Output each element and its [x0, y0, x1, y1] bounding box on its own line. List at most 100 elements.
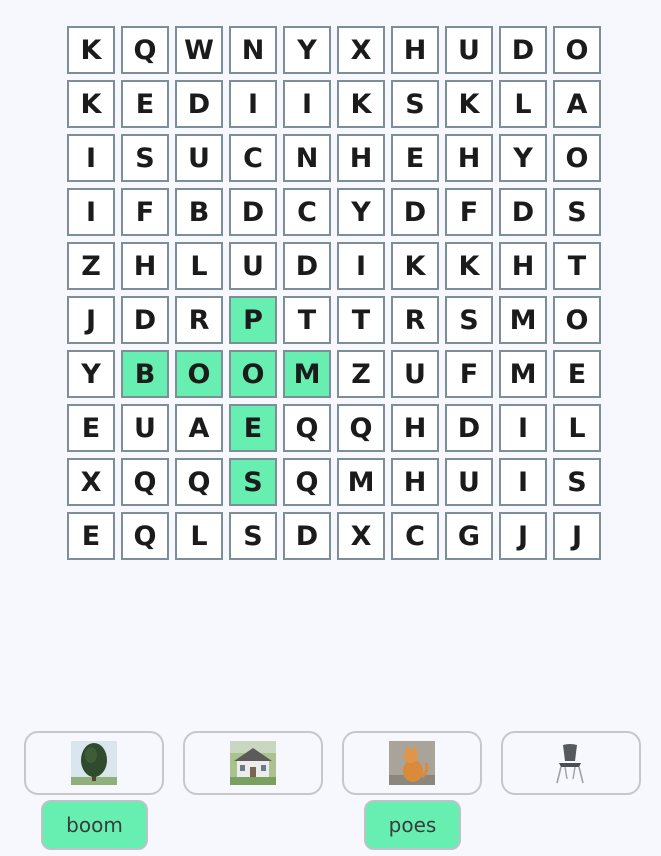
grid-cell[interactable]: R [391, 296, 439, 344]
grid-cell[interactable]: E [229, 404, 277, 452]
grid-cell[interactable]: S [391, 80, 439, 128]
grid-cell[interactable]: D [499, 188, 547, 236]
grid-cell[interactable]: B [121, 350, 169, 398]
grid-cell[interactable]: K [337, 80, 385, 128]
grid-cell[interactable]: Y [283, 26, 331, 74]
grid-cell[interactable]: I [67, 134, 115, 182]
grid-cell[interactable]: K [391, 242, 439, 290]
grid-cell[interactable]: Q [121, 26, 169, 74]
grid-cell[interactable]: Y [499, 134, 547, 182]
grid-cell[interactable]: D [445, 404, 493, 452]
grid-cell[interactable]: O [553, 26, 601, 74]
grid-cell[interactable]: I [499, 458, 547, 506]
grid-cell[interactable]: S [121, 134, 169, 182]
grid-cell[interactable]: C [391, 512, 439, 560]
tree-card[interactable] [24, 731, 164, 795]
grid-cell[interactable]: M [499, 350, 547, 398]
grid-cell[interactable]: H [391, 404, 439, 452]
grid-cell[interactable]: A [553, 80, 601, 128]
grid-cell[interactable]: D [175, 80, 223, 128]
cat-card[interactable] [342, 731, 482, 795]
grid-cell[interactable]: I [67, 188, 115, 236]
grid-cell[interactable]: F [445, 188, 493, 236]
grid-cell[interactable]: Q [283, 458, 331, 506]
grid-cell[interactable]: F [121, 188, 169, 236]
grid-cell[interactable]: D [391, 188, 439, 236]
grid-cell[interactable]: G [445, 512, 493, 560]
grid-cell[interactable]: O [553, 134, 601, 182]
grid-cell[interactable]: H [391, 26, 439, 74]
grid-cell[interactable]: U [175, 134, 223, 182]
grid-cell[interactable]: M [499, 296, 547, 344]
grid-cell[interactable]: E [67, 404, 115, 452]
grid-cell[interactable]: E [67, 512, 115, 560]
grid-cell[interactable]: Y [337, 188, 385, 236]
grid-cell[interactable]: T [337, 296, 385, 344]
grid-cell[interactable]: K [445, 80, 493, 128]
grid-cell[interactable]: N [229, 26, 277, 74]
grid-cell[interactable]: Z [337, 350, 385, 398]
grid-cell[interactable]: I [229, 80, 277, 128]
grid-cell[interactable]: N [283, 134, 331, 182]
grid-cell[interactable]: T [553, 242, 601, 290]
grid-cell[interactable]: L [175, 512, 223, 560]
grid-cell[interactable]: K [67, 26, 115, 74]
grid-cell[interactable]: E [121, 80, 169, 128]
grid-cell[interactable]: H [445, 134, 493, 182]
grid-cell[interactable]: B [175, 188, 223, 236]
grid-cell[interactable]: D [283, 512, 331, 560]
grid-cell[interactable]: I [283, 80, 331, 128]
grid-cell[interactable]: M [337, 458, 385, 506]
grid-cell[interactable]: J [67, 296, 115, 344]
grid-cell[interactable]: U [229, 242, 277, 290]
grid-cell[interactable]: S [553, 458, 601, 506]
grid-cell[interactable]: A [175, 404, 223, 452]
grid-cell[interactable]: X [337, 512, 385, 560]
grid-cell[interactable]: Q [121, 458, 169, 506]
grid-cell[interactable]: S [229, 458, 277, 506]
grid-cell[interactable]: S [229, 512, 277, 560]
grid-cell[interactable]: L [499, 80, 547, 128]
grid-cell[interactable]: F [445, 350, 493, 398]
grid-cell[interactable]: Q [175, 458, 223, 506]
grid-cell[interactable]: L [175, 242, 223, 290]
grid-cell[interactable]: J [499, 512, 547, 560]
grid-cell[interactable]: Q [337, 404, 385, 452]
house-card[interactable] [183, 731, 323, 795]
grid-cell[interactable]: D [283, 242, 331, 290]
grid-cell[interactable]: D [121, 296, 169, 344]
grid-cell[interactable]: E [391, 134, 439, 182]
grid-cell[interactable]: S [553, 188, 601, 236]
grid-cell[interactable]: P [229, 296, 277, 344]
grid-cell[interactable]: U [445, 458, 493, 506]
grid-cell[interactable]: D [499, 26, 547, 74]
grid-cell[interactable]: T [283, 296, 331, 344]
grid-cell[interactable]: Q [121, 512, 169, 560]
grid-cell[interactable]: I [499, 404, 547, 452]
grid-cell[interactable]: D [229, 188, 277, 236]
grid-cell[interactable]: K [67, 80, 115, 128]
grid-cell[interactable]: I [337, 242, 385, 290]
grid-cell[interactable]: H [121, 242, 169, 290]
grid-cell[interactable]: Q [283, 404, 331, 452]
grid-cell[interactable]: X [67, 458, 115, 506]
grid-cell[interactable]: U [445, 26, 493, 74]
chair-card[interactable] [501, 731, 641, 795]
grid-cell[interactable]: C [229, 134, 277, 182]
grid-cell[interactable]: E [553, 350, 601, 398]
grid-cell[interactable]: O [229, 350, 277, 398]
grid-cell[interactable]: M [283, 350, 331, 398]
grid-cell[interactable]: H [337, 134, 385, 182]
grid-cell[interactable]: K [445, 242, 493, 290]
grid-cell[interactable]: H [499, 242, 547, 290]
grid-cell[interactable]: W [175, 26, 223, 74]
grid-cell[interactable]: C [283, 188, 331, 236]
grid-cell[interactable]: U [121, 404, 169, 452]
grid-cell[interactable]: J [553, 512, 601, 560]
grid-cell[interactable]: Z [67, 242, 115, 290]
grid-cell[interactable]: R [175, 296, 223, 344]
grid-cell[interactable]: H [391, 458, 439, 506]
grid-cell[interactable]: U [391, 350, 439, 398]
grid-cell[interactable]: L [553, 404, 601, 452]
grid-cell[interactable]: S [445, 296, 493, 344]
